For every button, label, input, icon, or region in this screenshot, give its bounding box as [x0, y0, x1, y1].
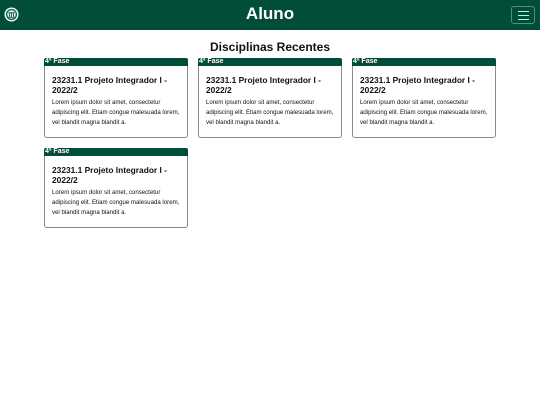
- course-description: Lorem ipsum dolor sit amet, consectetur …: [52, 189, 180, 216]
- hamburger-menu-icon[interactable]: [511, 6, 535, 24]
- phase-badge: 4ª Fase: [352, 58, 496, 66]
- phase-badge: 4ª Fase: [44, 148, 188, 156]
- card-body: 23231.1 Projeto Integrador I - 2022/2 Lo…: [44, 156, 188, 228]
- course-description: Lorem ipsum dolor sit amet, consectetur …: [360, 99, 488, 126]
- course-card[interactable]: 4ª Fase 23231.1 Projeto Integrador I - 2…: [44, 148, 188, 228]
- course-description: Lorem ipsum dolor sit amet, consectetur …: [52, 99, 180, 126]
- course-card[interactable]: 4ª Fase 23231.1 Projeto Integrador I - 2…: [44, 58, 188, 138]
- phase-badge: 4ª Fase: [198, 58, 342, 66]
- card-body: 23231.1 Projeto Integrador I - 2022/2 Lo…: [44, 66, 188, 138]
- course-card[interactable]: 4ª Fase 23231.1 Projeto Integrador I - 2…: [198, 58, 342, 138]
- course-description: Lorem ipsum dolor sit amet, consectetur …: [206, 99, 334, 126]
- app-title: Aluno: [245, 4, 295, 23]
- course-title[interactable]: 23231.1 Projeto Integrador I - 2022/2: [52, 165, 181, 185]
- course-card[interactable]: 4ª Fase 23231.1 Projeto Integrador I - 2…: [352, 58, 496, 138]
- phase-badge: 4ª Fase: [44, 58, 188, 66]
- card-body: 23231.1 Projeto Integrador I - 2022/2 Lo…: [352, 66, 496, 138]
- menu-bar: [518, 19, 529, 20]
- card-body: 23231.1 Projeto Integrador I - 2022/2 Lo…: [198, 66, 342, 138]
- top-navbar: Aluno: [0, 0, 540, 30]
- course-title[interactable]: 23231.1 Projeto Integrador I - 2022/2: [52, 75, 181, 95]
- menu-bar: [518, 15, 529, 16]
- menu-bar: [518, 11, 529, 12]
- section-title: Disciplinas Recentes: [209, 40, 331, 54]
- course-title[interactable]: 23231.1 Projeto Integrador I - 2022/2: [206, 75, 335, 95]
- course-title[interactable]: 23231.1 Projeto Integrador I - 2022/2: [360, 75, 489, 95]
